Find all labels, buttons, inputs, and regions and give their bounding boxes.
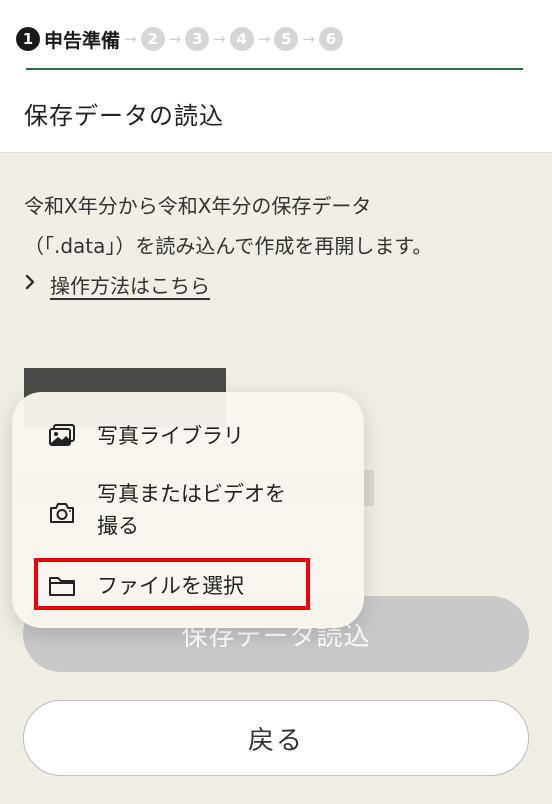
header: 1 申告準備 → 2 → 3 → 4 → 5 → 6 保存データの読込 xyxy=(0,0,552,153)
menu-item-take-photo-label: 写真またはビデオを 撮る xyxy=(97,478,286,542)
description-line-1: 令和X年分から令和X年分の保存データ xyxy=(24,194,372,218)
step-indicator: 1 申告準備 → 2 → 3 → 4 → 5 → 6 xyxy=(16,22,343,56)
back-button-label: 戻る xyxy=(247,725,304,756)
back-button[interactable]: 戻る xyxy=(23,700,529,776)
camera-icon xyxy=(48,499,76,527)
step-5-badge: 5 xyxy=(274,27,299,51)
step-arrow-icon: → xyxy=(124,30,137,48)
menu-item-take-photo-label-line-2: 撮る xyxy=(97,514,139,538)
step-3-badge: 3 xyxy=(185,27,210,51)
step-arrow-icon: → xyxy=(213,30,226,48)
menu-item-photo-library-label: 写真ライブラリ xyxy=(97,424,244,448)
howto-link-label[interactable]: 操作方法はこちら xyxy=(50,270,210,299)
menu-item-take-photo[interactable]: 写真またはビデオを 撮る xyxy=(12,478,364,544)
header-divider xyxy=(26,68,523,70)
howto-link[interactable]: 操作方法はこちら xyxy=(24,270,210,299)
step-arrow-icon: → xyxy=(168,30,182,48)
page-title: 保存データの読込 xyxy=(24,102,224,130)
photo-library-icon xyxy=(48,422,76,450)
step-2-badge: 2 xyxy=(140,27,165,51)
menu-item-photo-library[interactable]: 写真ライブラリ xyxy=(12,416,364,456)
step-arrow-icon: → xyxy=(257,30,271,48)
step-6-badge: 6 xyxy=(318,27,343,51)
file-picker-menu: 写真ライブラリ 写真またはビデオを 撮る ファイルを選択 xyxy=(12,392,364,628)
step-1-label: 申告準備 xyxy=(44,29,121,52)
description-line-2: （「.data」）を読み込んで作成を再開します。 xyxy=(24,234,433,258)
step-arrow-icon: → xyxy=(302,30,315,48)
description: 令和X年分から令和X年分の保存データ （「.data」）を読み込んで作成を再開し… xyxy=(24,186,534,266)
highlight-box xyxy=(34,558,310,610)
step-4-badge: 4 xyxy=(229,27,254,51)
step-1-badge: 1 xyxy=(16,27,40,51)
chevron-right-icon xyxy=(24,274,36,295)
menu-item-take-photo-label-line-1: 写真またはビデオを xyxy=(97,482,286,506)
